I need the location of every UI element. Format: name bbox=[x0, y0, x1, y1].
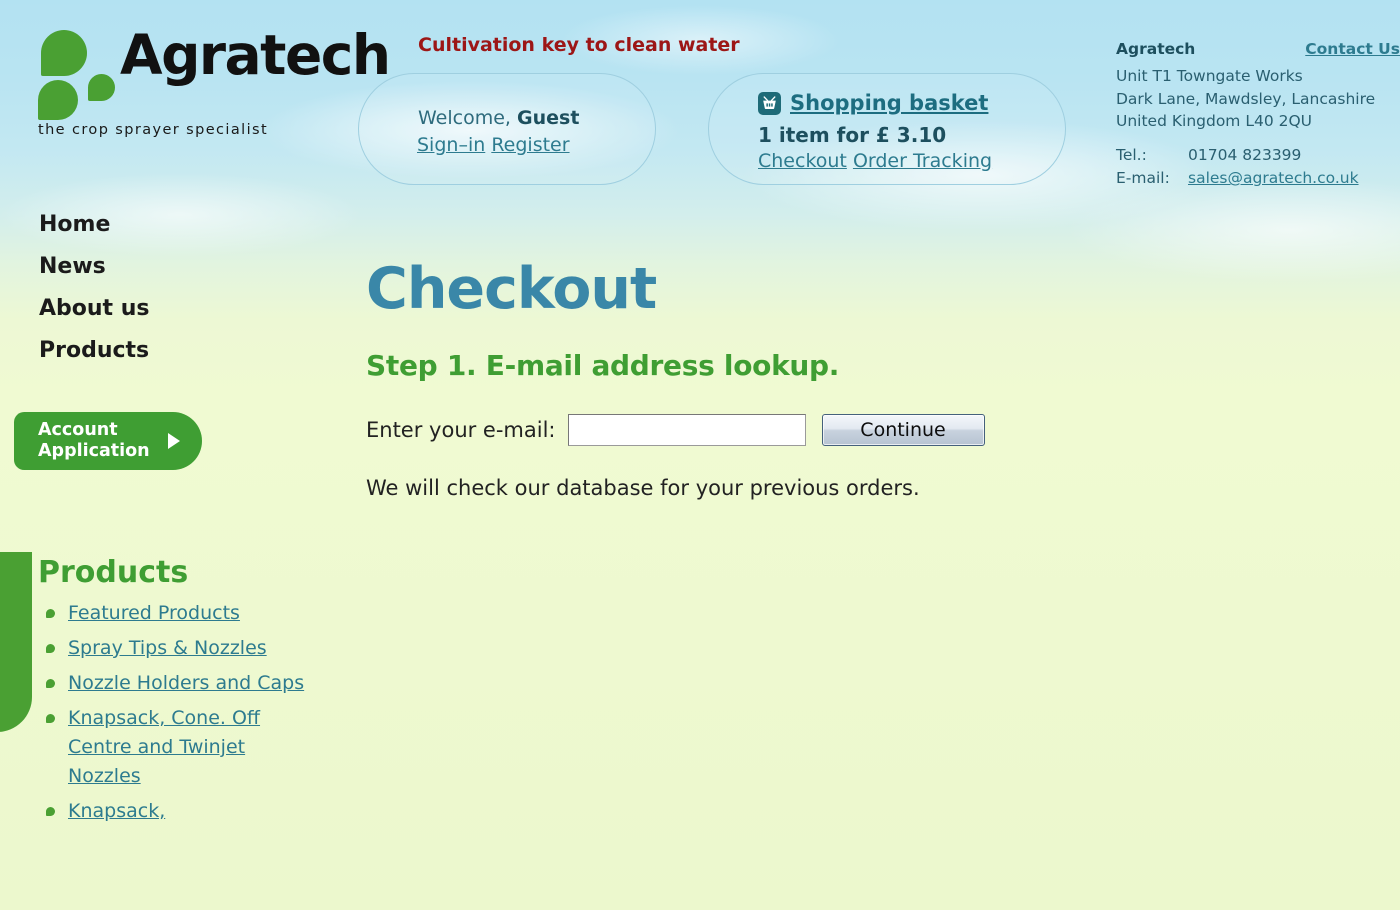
nav-item-home[interactable]: Home bbox=[39, 204, 299, 246]
address-line-3: United Kingdom L40 2QU bbox=[1116, 112, 1313, 131]
address-line-2: Dark Lane, Mawdsley, Lancashire bbox=[1116, 89, 1376, 108]
checkout-link[interactable]: Checkout bbox=[758, 150, 847, 172]
product-category-link-featured-products[interactable]: Featured Products bbox=[68, 602, 240, 624]
basket-links: Checkout Order Tracking bbox=[758, 150, 992, 172]
leaf-shape-small bbox=[88, 74, 115, 101]
leaf-shape-medium bbox=[38, 80, 78, 120]
contact-company: Agratech bbox=[1116, 40, 1196, 58]
account-application-button[interactable]: Account Application bbox=[14, 412, 202, 470]
welcome-username: Guest bbox=[517, 107, 580, 129]
three-leaf-logo-icon bbox=[38, 30, 115, 120]
list-item: Featured Products bbox=[46, 599, 318, 628]
product-category-link-nozzle-holders-caps[interactable]: Nozzle Holders and Caps bbox=[68, 672, 304, 694]
account-links: Sign–in Register bbox=[417, 134, 570, 156]
account-panel bbox=[358, 73, 656, 185]
email-input[interactable] bbox=[567, 413, 806, 446]
nav-item-about-us[interactable]: About us bbox=[39, 288, 299, 330]
sign-in-link[interactable]: Sign–in bbox=[417, 134, 485, 156]
brand-tagline: the crop sprayer specialist bbox=[38, 122, 269, 138]
order-tracking-link[interactable]: Order Tracking bbox=[853, 150, 992, 172]
tel-label: Tel.: bbox=[1116, 145, 1147, 164]
list-item: Spray Tips & Nozzles bbox=[46, 634, 318, 663]
triangle-right-icon bbox=[168, 433, 180, 449]
products-sidebar: Products Featured Products Spray Tips & … bbox=[38, 556, 318, 832]
list-item: Knapsack, Cone. Off Centre and Twinjet N… bbox=[46, 704, 318, 791]
lookup-helper-text: We will check our database for your prev… bbox=[366, 475, 920, 500]
contact-info: Agratech Contact Us Unit T1 Towngate Wor… bbox=[1116, 38, 1400, 191]
basket-title-link[interactable]: Shopping basket bbox=[790, 91, 988, 115]
nav-item-products[interactable]: Products bbox=[39, 330, 299, 372]
green-accent-curve bbox=[0, 552, 32, 732]
products-sidebar-heading: Products bbox=[38, 555, 189, 590]
email-value-cell: sales@agratech.co.uk bbox=[1188, 167, 1359, 190]
site-slogan: Cultivation key to clean water bbox=[418, 34, 740, 56]
contact-address: Unit T1 Towngate Works Dark Lane, Mawdsl… bbox=[1116, 65, 1400, 132]
list-item: Nozzle Holders and Caps bbox=[46, 669, 318, 698]
email-lookup-form: Enter your e-mail: Continue bbox=[366, 413, 1366, 446]
welcome-prefix: Welcome, bbox=[418, 107, 511, 129]
list-item: Knapsack, bbox=[46, 797, 318, 826]
product-category-link-knapsack[interactable]: Knapsack, bbox=[68, 800, 165, 822]
product-category-link-knapsack-cone-nozzles[interactable]: Knapsack, Cone. Off Centre and Twinjet N… bbox=[68, 707, 260, 787]
nav-item-news[interactable]: News bbox=[39, 246, 299, 288]
brand-name: Agratech bbox=[120, 23, 391, 87]
tel-value: 01704 823399 bbox=[1188, 145, 1302, 164]
main-navigation: Home News About us Products bbox=[39, 204, 299, 372]
register-link[interactable]: Register bbox=[491, 134, 569, 156]
email-link[interactable]: sales@agratech.co.uk bbox=[1188, 169, 1359, 187]
basket-summary: 1 item for £ 3.10 bbox=[758, 123, 947, 147]
checkout-step-title: Step 1. E-mail address lookup. bbox=[366, 348, 840, 382]
address-line-1: Unit T1 Towngate Works bbox=[1116, 67, 1303, 86]
shopping-basket-icon bbox=[758, 91, 781, 115]
continue-button[interactable]: Continue bbox=[821, 413, 985, 446]
contact-email-row: E-mail: sales@agratech.co.uk bbox=[1116, 167, 1359, 190]
email-input-label: Enter your e-mail: bbox=[366, 417, 556, 442]
page-title: Checkout bbox=[366, 256, 657, 322]
account-application-label: Account Application bbox=[38, 420, 150, 461]
page-root: Agratech the crop sprayer specialist Cul… bbox=[0, 0, 1400, 910]
main-content: Checkout Step 1. E-mail address lookup. … bbox=[366, 256, 1366, 500]
contact-details: Tel.: 01704 823399 E-mail: sales@agratec… bbox=[1116, 144, 1400, 191]
products-category-list: Featured Products Spray Tips & Nozzles N… bbox=[38, 599, 318, 826]
contact-us-link[interactable]: Contact Us bbox=[1305, 38, 1400, 60]
leaf-shape-large bbox=[41, 30, 87, 76]
email-label-contact: E-mail: bbox=[1116, 169, 1170, 188]
product-category-link-spray-tips-nozzles[interactable]: Spray Tips & Nozzles bbox=[68, 637, 267, 659]
welcome-message: Welcome, Guest bbox=[418, 107, 579, 129]
contact-tel-row: Tel.: 01704 823399 bbox=[1116, 144, 1359, 167]
basket-header[interactable]: Shopping basket bbox=[758, 91, 988, 115]
contact-header: Agratech Contact Us bbox=[1116, 38, 1400, 60]
